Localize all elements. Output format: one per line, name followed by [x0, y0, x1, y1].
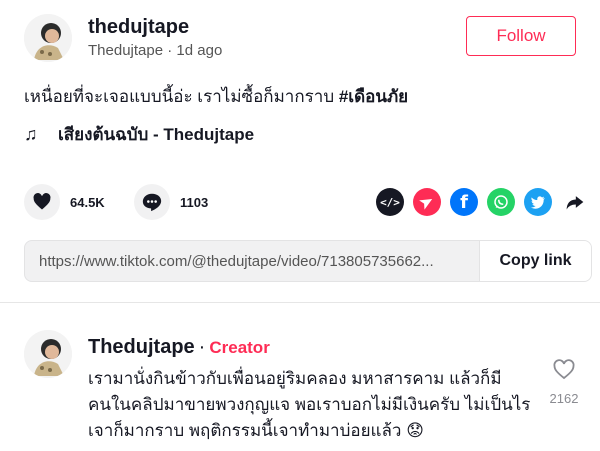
comment-text: เรามานั่งกินข้าวกับเพื่อนอยู่ริมคลอง มหา… — [88, 369, 531, 440]
section-divider — [0, 302, 600, 303]
whatsapp-icon — [494, 195, 508, 209]
comment-like[interactable]: 2162 — [546, 358, 582, 406]
embed-icon: </> — [380, 195, 400, 209]
comment-action[interactable]: 1103 — [134, 184, 208, 220]
action-bar: 64.5K 1103 </> f — [24, 184, 592, 220]
twitter-button[interactable] — [524, 188, 552, 216]
facebook-button[interactable]: f — [450, 188, 478, 216]
commenter-name[interactable]: Thedujtape — [88, 336, 195, 358]
caption-text: เหนื่อยที่จะเจอแบบนี้อ่ะ เราไม่ซื้อก็มาก… — [24, 87, 335, 106]
more-share-button[interactable] — [561, 188, 589, 216]
post-header: thedujtape Thedujtape · 1d ago Follow — [24, 14, 576, 64]
comment-separator: · — [198, 336, 206, 358]
share-arrow-icon — [566, 196, 584, 210]
music-note-icon: ♫ — [24, 124, 38, 144]
commenter-avatar[interactable] — [24, 330, 72, 378]
send-icon — [419, 199, 433, 210]
creator-badge: Creator — [209, 338, 270, 357]
whatsapp-button[interactable] — [487, 188, 515, 216]
comment-body: เรามานั่งกินข้าวกับเพื่อนอยู่ริมคลอง มหา… — [88, 366, 538, 444]
heart-outline-icon[interactable] — [552, 358, 576, 382]
follow-button[interactable]: Follow — [466, 16, 576, 56]
like-count: 64.5K — [70, 194, 105, 210]
video-url[interactable]: https://www.tiktok.com/@thedujtape/video… — [39, 253, 479, 270]
comment-button[interactable] — [134, 184, 170, 220]
like-button[interactable] — [24, 184, 60, 220]
comment-like-count: 2162 — [549, 391, 579, 406]
post-time: 1d ago — [176, 42, 223, 59]
heart-icon — [33, 193, 51, 210]
send-button[interactable] — [413, 188, 441, 216]
comment-emoji: 😟 — [406, 421, 424, 440]
author-username[interactable]: thedujtape — [88, 16, 189, 39]
embed-button[interactable]: </> — [376, 188, 404, 216]
caption-hashtag[interactable]: #เดือนภัย — [339, 87, 408, 106]
twitter-icon — [530, 196, 545, 209]
author-avatar[interactable] — [24, 14, 72, 62]
comment-header: Thedujtape · Creator — [88, 336, 270, 359]
comment-icon — [142, 193, 162, 212]
copy-link-button[interactable]: Copy link — [479, 241, 591, 281]
copy-link-bar: https://www.tiktok.com/@thedujtape/video… — [24, 240, 592, 282]
comment-count: 1103 — [180, 194, 209, 210]
author-subline: Thedujtape · 1d ago — [88, 42, 222, 59]
post-caption: เหนื่อยที่จะเจอแบบนี้อ่ะ เราไม่ซื้อก็มาก… — [24, 83, 408, 110]
like-action[interactable]: 64.5K — [24, 184, 105, 220]
facebook-icon: f — [460, 191, 468, 213]
music-row[interactable]: ♫ เสียงต้นฉบับ - Thedujtape — [24, 121, 254, 148]
author-display-name[interactable]: Thedujtape — [88, 42, 163, 59]
music-title[interactable]: เสียงต้นฉบับ - Thedujtape — [58, 121, 254, 148]
